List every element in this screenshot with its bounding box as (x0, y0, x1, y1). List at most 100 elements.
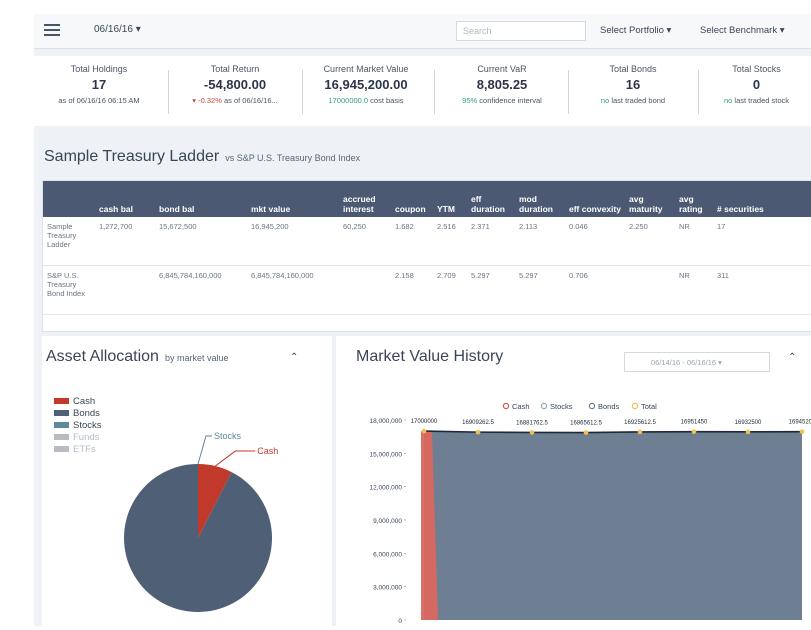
date-selector[interactable]: 06/16/16 ▾ (94, 24, 141, 35)
kpi-value: 16 (625, 77, 641, 92)
divider (698, 70, 699, 114)
menu-icon[interactable] (44, 24, 60, 37)
table-cell: 0.706 (565, 265, 625, 315)
select-benchmark-dropdown[interactable]: Select Benchmark ▾ (700, 25, 785, 36)
legend-marker-stocks (540, 402, 548, 410)
divider (434, 70, 435, 114)
table-cell: 0.046 (565, 217, 625, 266)
column-header: accrued interest (339, 181, 391, 217)
table-cell: 60,250 (339, 217, 391, 266)
divider (168, 70, 169, 114)
column-header: avg rating (675, 181, 713, 217)
column-header: coupon (391, 181, 433, 217)
legend-marker-bonds (588, 402, 596, 410)
kpi-label: Total Holdings (70, 64, 128, 74)
table-cell: 5.297 (515, 265, 565, 315)
column-header: YTM (433, 181, 467, 217)
y-tick-label: 15,000,000 (369, 451, 402, 458)
y-tick-label: 18,000,000 (369, 418, 402, 425)
kpi-sub-text: confidence interval (477, 96, 542, 105)
total-point-marker (421, 428, 427, 434)
ladder-table: cash bal bond bal mkt value accrued inte… (43, 181, 811, 315)
legend-marker-total (631, 402, 639, 410)
kpi-total-holdings: Total Holdings 17 as of 06/16/16 06:15 A… (34, 64, 164, 105)
kpi-label: Current VaR (477, 64, 527, 74)
table-cell: 2.371 (467, 217, 515, 266)
table-cell (625, 265, 675, 315)
asset-allocation-panel: Asset Allocation by market value ⌃ Cash Bo… (42, 336, 332, 626)
top-bar: 06/16/16 ▾ Search Select Portfolio ▾ Sel… (34, 14, 811, 49)
ladder-title: Sample Treasury Ladder (44, 148, 220, 165)
divider (302, 70, 303, 114)
table-cell: 6,845,784,160,000 (247, 265, 339, 315)
column-header (43, 181, 95, 217)
table-cell: 2.158 (391, 265, 433, 315)
table-row[interactable]: Sample Treasury Ladder 1,272,700 15,672,… (43, 217, 811, 266)
pie-slice-bonds (124, 464, 273, 612)
data-label: 16951450 (681, 420, 708, 426)
select-portfolio-dropdown[interactable]: Select Portfolio ▾ (600, 25, 671, 36)
table-cell: 1.682 (391, 217, 433, 266)
kpi-value: 16,945,200.00 (324, 77, 408, 92)
kpi-sub-highlight: 95% (462, 96, 478, 105)
legend-marker-cash (502, 402, 510, 410)
search-input[interactable]: Search (456, 21, 586, 41)
y-tick-label: 9,000,000 (373, 518, 402, 525)
kpi-total-stocks: Total Stocks 0 no last traded stock (702, 64, 811, 105)
kpi-current-var: Current VaR 8,805.25 95% confidence inte… (438, 64, 566, 105)
y-tick-label: 12,000,000 (369, 485, 402, 492)
market-value-history-panel: Market Value History 06/14/16 - 06/16/16… (336, 336, 811, 626)
kpi-label: Total Return (210, 64, 260, 74)
cash-pie-label: Cash (257, 446, 278, 456)
allocation-pie-chart: Cash Stocks (124, 431, 278, 612)
chevron-down-icon: ▾ (135, 24, 141, 35)
column-header: mkt value (247, 181, 339, 217)
table-cell: 311 (713, 265, 811, 315)
kpi-sub-text: cost basis (368, 96, 404, 105)
total-point-marker (745, 429, 751, 435)
total-point-marker (475, 429, 481, 435)
kpi-sub-text: last traded bond (609, 96, 666, 105)
total-point-marker (529, 430, 535, 435)
total-line (423, 430, 803, 434)
total-point-marker (799, 429, 805, 435)
table-cell: NR (675, 217, 713, 266)
kpi-sub-text: as of 06/16/16... (221, 96, 278, 105)
kpi-value: 17 (91, 77, 107, 92)
table-cell: 16,945,200 (247, 217, 339, 266)
kpi-strip: Total Holdings 17 as of 06/16/16 06:15 A… (34, 56, 811, 126)
select-benchmark-label: Select Benchmark (700, 25, 778, 36)
table-cell: Sample Treasury Ladder (43, 217, 95, 266)
divider (568, 70, 569, 114)
legend-label-total: Total (641, 402, 657, 411)
column-header: cash bal (95, 181, 155, 217)
y-tick-label: 6,000,000 (373, 551, 402, 558)
table-cell: 6,845,784,160,000 (155, 265, 247, 315)
data-label: 16945200 (789, 420, 811, 426)
kpi-sub: no last traded stock (702, 96, 811, 105)
kpi-total-return: Total Return -54,800.00 ▾ -0.32% as of 0… (172, 64, 298, 105)
bonds-area (424, 431, 802, 620)
data-label: 16865612.5 (570, 421, 602, 427)
kpi-sub-highlight: no (600, 96, 610, 105)
date-value: 06/16/16 (94, 24, 133, 35)
cash-leader-line (214, 450, 256, 467)
ladder-table-panel: cash bal bond bal mkt value accrued inte… (42, 180, 811, 332)
table-cell: 2.113 (515, 217, 565, 266)
data-label: 16909262.5 (462, 420, 494, 426)
table-row[interactable]: S&P U.S. Treasury Bond Index 6,845,784,1… (43, 265, 811, 315)
kpi-value: -54,800.00 (203, 77, 267, 92)
kpi-label: Total Stocks (732, 64, 781, 74)
table-cell: 17 (713, 217, 811, 266)
kpi-sub: 17000000.0 cost basis (306, 96, 426, 105)
total-point-marker (691, 429, 697, 434)
table-cell: 2.250 (625, 217, 675, 266)
column-header: mod duration (515, 181, 565, 217)
table-cell (339, 265, 391, 315)
kpi-market-value: Current Market Value 16,945,200.00 17000… (306, 64, 426, 105)
kpi-sub-change: ▾ -0.32% (192, 96, 222, 105)
select-portfolio-label: Select Portfolio (600, 25, 664, 36)
legend-label-bonds: Bonds (598, 402, 620, 411)
table-cell: 1,272,700 (95, 217, 155, 266)
data-label: 16925612.5 (624, 420, 656, 426)
